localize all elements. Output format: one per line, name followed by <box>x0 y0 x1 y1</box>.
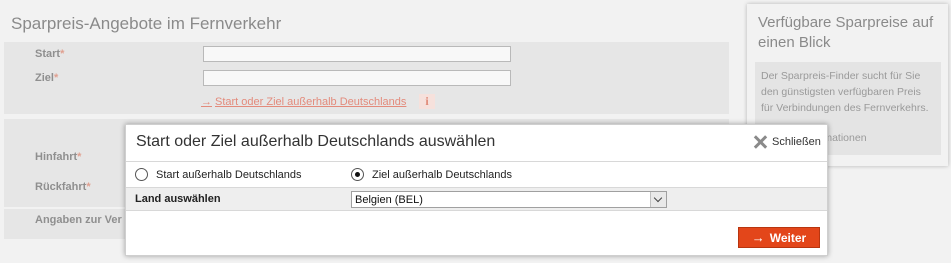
start-label: Start* <box>35 48 65 60</box>
close-button[interactable]: Schließen <box>753 134 821 150</box>
radio-ziel-circle[interactable] <box>351 168 364 181</box>
land-select[interactable]: Belgien (BEL) <box>351 191 667 208</box>
hinfahrt-label: Hinfahrt* <box>35 151 82 163</box>
land-row: Land auswählen Belgien (BEL) <box>126 187 827 211</box>
outside-germany-dialog: Start oder Ziel außerhalb Deutschlands a… <box>125 124 828 256</box>
chevron-down-icon[interactable] <box>650 192 666 207</box>
radio-ziel-outside[interactable]: Ziel außerhalb Deutschlands <box>351 168 512 181</box>
start-input[interactable] <box>203 46 511 62</box>
arrow-right-icon: → <box>751 230 765 245</box>
radio-row: Start außerhalb Deutschlands Ziel außerh… <box>126 161 827 186</box>
radio-start-label: Start außerhalb Deutschlands <box>156 168 302 181</box>
info-icon[interactable]: i <box>419 94 435 109</box>
sidebar-title: Verfügbare Sparpreise auf einen Blick <box>758 14 934 51</box>
weiter-label: Weiter <box>769 230 807 245</box>
arrow-right-icon: → <box>201 96 212 108</box>
dialog-title: Start oder Ziel außerhalb Deutschlands a… <box>136 133 496 150</box>
radio-start-circle[interactable] <box>135 168 148 181</box>
angaben-label: Angaben zur Ver <box>35 214 122 226</box>
close-icon <box>753 135 767 149</box>
page-title: Sparpreis-Angebote im Fernverkehr <box>11 14 282 33</box>
ziel-input[interactable] <box>203 70 511 86</box>
close-label: Schließen <box>772 136 821 148</box>
radio-ziel-label: Ziel außerhalb Deutschlands <box>372 168 513 181</box>
land-label: Land auswählen <box>135 193 221 205</box>
outside-germany-link[interactable]: → Start oder Ziel außerhalb Deutschlands <box>201 96 406 108</box>
weiter-button[interactable]: → Weiter <box>738 227 820 248</box>
ziel-label: Ziel* <box>35 72 59 84</box>
rueckfahrt-label: Rückfahrt* <box>35 181 91 193</box>
land-select-value: Belgien (BEL) <box>355 194 423 206</box>
radio-start-outside[interactable]: Start außerhalb Deutschlands <box>135 168 302 181</box>
